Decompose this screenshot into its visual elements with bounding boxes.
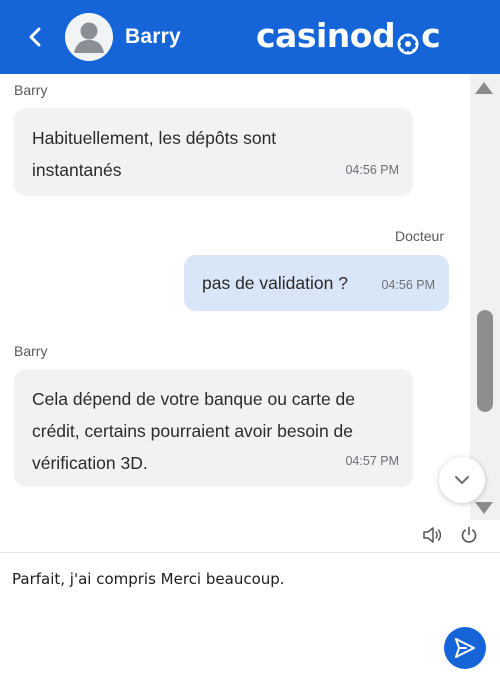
- message-list[interactable]: Barry Habituellement, les dépôts sont in…: [0, 74, 470, 520]
- chat-toolbar: [0, 520, 500, 552]
- chat-header: Barry casinod c: [0, 0, 500, 74]
- scroll-up-arrow-icon[interactable]: [475, 82, 493, 94]
- user-avatar-icon: [65, 13, 113, 61]
- scroll-to-bottom-button[interactable]: [439, 457, 485, 503]
- message-time: 04:56 PM: [381, 278, 435, 292]
- scroll-down-arrow-icon[interactable]: [475, 502, 493, 514]
- message-text: Habituellement, les dépôts sont instanta…: [32, 128, 277, 180]
- sound-toggle-button[interactable]: [421, 524, 443, 546]
- message-sender: Barry: [14, 343, 48, 359]
- message-bubble-incoming: Cela dépend de votre banque ou carte de …: [14, 369, 413, 487]
- send-icon: [455, 638, 475, 658]
- message-sender: Barry: [14, 82, 48, 98]
- brand-logo: casinod c: [256, 12, 441, 58]
- logo-chip-icon: [396, 25, 420, 55]
- logo-text-right: c: [421, 15, 441, 55]
- message-input[interactable]: [12, 567, 432, 627]
- message-text: Cela dépend de votre banque ou carte de …: [32, 389, 356, 473]
- agent-name: Barry: [125, 25, 181, 48]
- end-chat-button[interactable]: [458, 524, 480, 546]
- message-sender: Docteur: [394, 228, 444, 244]
- scrollbar[interactable]: [470, 74, 500, 520]
- speaker-icon: [423, 527, 442, 543]
- message-time: 04:57 PM: [345, 454, 399, 468]
- chevron-left-icon: [29, 27, 41, 47]
- logo-text-left: casinod: [256, 15, 396, 55]
- message-bubble-incoming: Habituellement, les dépôts sont instanta…: [14, 108, 413, 196]
- avatar: [65, 13, 113, 61]
- message-composer: [0, 553, 500, 679]
- chevron-down-icon: [455, 476, 469, 484]
- back-button[interactable]: [22, 22, 48, 52]
- message-time: 04:56 PM: [345, 163, 399, 177]
- power-icon: [461, 526, 477, 543]
- scrollbar-thumb[interactable]: [477, 310, 493, 412]
- send-button[interactable]: [444, 627, 486, 669]
- message-bubble-outgoing: pas de validation ? 04:56 PM: [184, 255, 449, 311]
